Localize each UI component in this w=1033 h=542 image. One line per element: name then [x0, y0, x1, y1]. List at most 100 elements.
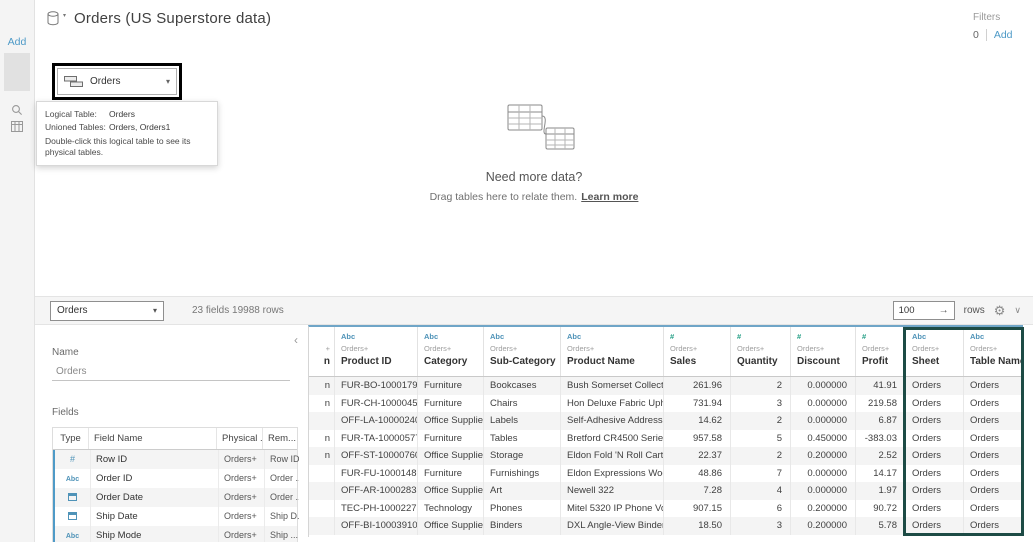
grid-cell: Orders: [906, 482, 964, 500]
grid-cell: Orders: [964, 377, 1023, 395]
grid-cell: n: [309, 377, 335, 395]
table-selector-value: Orders: [57, 305, 88, 316]
column-header-profit[interactable]: # Orders+ Profit: [856, 327, 906, 376]
column-name: Discount: [797, 356, 840, 367]
logical-table-node[interactable]: Orders ▾: [57, 68, 177, 95]
filters-divider: [985, 29, 987, 41]
grid-row: n FUR-BO-10001798 Furniture Bookcases Bush S…: [309, 377, 1023, 395]
grid-cell: Bookcases: [484, 377, 561, 395]
column-name: Quantity: [737, 356, 778, 367]
column-source: Orders+: [670, 344, 698, 353]
column-header-n[interactable]: + n: [309, 327, 335, 376]
collapse-panel-icon[interactable]: ‹: [294, 333, 298, 347]
column-header-discount[interactable]: # Orders+ Discount: [791, 327, 856, 376]
grid-cell: FUR-FU-10001487: [335, 464, 418, 482]
grid-cell: Orders: [964, 464, 1023, 482]
selection-highlight-box: Orders ▾: [52, 63, 182, 100]
column-source: Orders+: [490, 344, 518, 353]
column-header-product-id[interactable]: Abc Orders+ Product ID: [335, 327, 418, 376]
column-header-sales[interactable]: # Orders+ Sales: [664, 327, 731, 376]
data-grid-icon[interactable]: [0, 121, 34, 132]
filters-add-button[interactable]: Add: [994, 29, 1013, 41]
column-name: Table Name: [970, 356, 1023, 367]
grid-cell: Self-Adhesive Address Labels...: [561, 412, 664, 430]
column-header-quantity[interactable]: # Orders+ Quantity: [731, 327, 791, 376]
column-header-type[interactable]: Type: [53, 428, 89, 449]
column-header-field-name[interactable]: Field Name: [89, 428, 217, 449]
column-name: Category: [424, 356, 468, 367]
column-source: Orders+: [424, 344, 452, 353]
grid-cell: 219.58: [856, 394, 906, 412]
database-caret-icon[interactable]: ▾: [63, 12, 66, 19]
field-row-summary: 23 fields 19988 rows: [192, 305, 284, 316]
grid-cell: 731.94: [664, 394, 731, 412]
apply-rows-arrow-icon[interactable]: →: [939, 305, 954, 316]
search-icon[interactable]: [0, 104, 34, 116]
rows-label: rows: [963, 305, 985, 316]
grid-cell: 3: [731, 394, 791, 412]
collapse-grid-chevron-icon[interactable]: ∨: [1014, 305, 1021, 316]
field-name-cell: Order ID: [91, 469, 219, 488]
grid-cell: FUR-CH-10000454: [335, 394, 418, 412]
column-name: Product Name: [567, 356, 635, 367]
rows-count-input[interactable]: [893, 305, 932, 316]
add-connection-button[interactable]: Add: [0, 36, 34, 48]
date-icon: [68, 493, 77, 502]
chevron-down-icon[interactable]: ▾: [166, 77, 170, 86]
column-header-sheet[interactable]: Abc Orders+ Sheet: [906, 327, 964, 376]
logical-table-label: Orders: [90, 76, 121, 87]
field-row[interactable]: AbcOrder IDOrders+ Order ...: [53, 469, 299, 488]
number-icon: #: [797, 332, 802, 341]
table-selector-dropdown[interactable]: Orders ▾: [50, 300, 164, 321]
column-header-category[interactable]: Abc Orders+ Category: [418, 327, 484, 376]
grid-cell: Orders: [906, 499, 964, 517]
field-row[interactable]: Abc Ship Mode Orders+ Ship ...: [53, 526, 298, 542]
grid-cell: OFF-ST-10000760: [335, 447, 418, 465]
column-source: Orders+: [970, 344, 998, 353]
grid-cell: -383.03: [856, 429, 906, 447]
connection-thumbnail[interactable]: [4, 53, 30, 91]
logical-table-tooltip: Logical Table: Orders Unioned Tables: Or…: [36, 101, 218, 166]
field-name-cell: Ship Date: [91, 507, 219, 526]
grid-cell: 4: [731, 482, 791, 500]
column-name: Product ID: [341, 356, 392, 367]
field-row[interactable]: Ship DateOrders+ Ship D...: [53, 507, 299, 526]
grid-cell: 1.97: [856, 482, 906, 500]
column-name: Sheet: [912, 356, 940, 367]
grid-row: n FUR-TA-10000577 Furniture Tables Bretford …: [309, 429, 1023, 447]
text-abc-icon: Abc: [341, 332, 356, 341]
column-header-product-name[interactable]: Abc Orders+ Product Name: [561, 327, 664, 376]
grid-cell: OFF-AR-10002833: [335, 482, 418, 500]
field-row[interactable]: # Row ID Orders+ Row ID: [53, 450, 299, 469]
grid-cell: Orders: [964, 394, 1023, 412]
grid-cell: 2: [731, 447, 791, 465]
grid-settings-gear-icon[interactable]: ⚙: [994, 303, 1006, 319]
grid-cell: OFF-LA-10000240: [335, 412, 418, 430]
grid-cell: Office Supplies: [418, 482, 484, 500]
field-row[interactable]: Order DateOrders+ Order ...: [53, 488, 299, 507]
column-name: n: [323, 356, 330, 367]
text-abc-icon: Abc: [424, 332, 439, 341]
grid-cell: Orders: [964, 447, 1023, 465]
column-source: Orders+: [862, 344, 890, 353]
table-name-input[interactable]: [52, 364, 290, 381]
column-source: +: [325, 344, 330, 353]
column-header-remote[interactable]: Rem...: [263, 428, 297, 449]
column-header-physical[interactable]: Physical ...: [217, 428, 263, 449]
column-header-table-name[interactable]: Abc Orders+ Table Name: [964, 327, 1023, 376]
text-abc-icon: [309, 332, 330, 342]
column-header-sub-category[interactable]: Abc Orders+ Sub-Category: [484, 327, 561, 376]
grid-cell: FUR-TA-10000577: [335, 429, 418, 447]
grid-cell: 48.86: [664, 464, 731, 482]
grid-cell: Eldon Expressions Wood and ...: [561, 464, 664, 482]
date-icon: [68, 512, 77, 521]
database-icon[interactable]: [47, 11, 59, 26]
grid-cell: [309, 517, 335, 535]
grid-cell: n: [309, 394, 335, 412]
column-source: Orders+: [912, 344, 940, 353]
text-abc-icon: Abc: [912, 332, 927, 341]
filters-count: 0: [973, 29, 979, 41]
grid-cell: Hon Deluxe Fabric Upholster...: [561, 394, 664, 412]
grid-cell: OFF-BI-10003910: [335, 517, 418, 535]
learn-more-link[interactable]: Learn more: [581, 191, 638, 203]
